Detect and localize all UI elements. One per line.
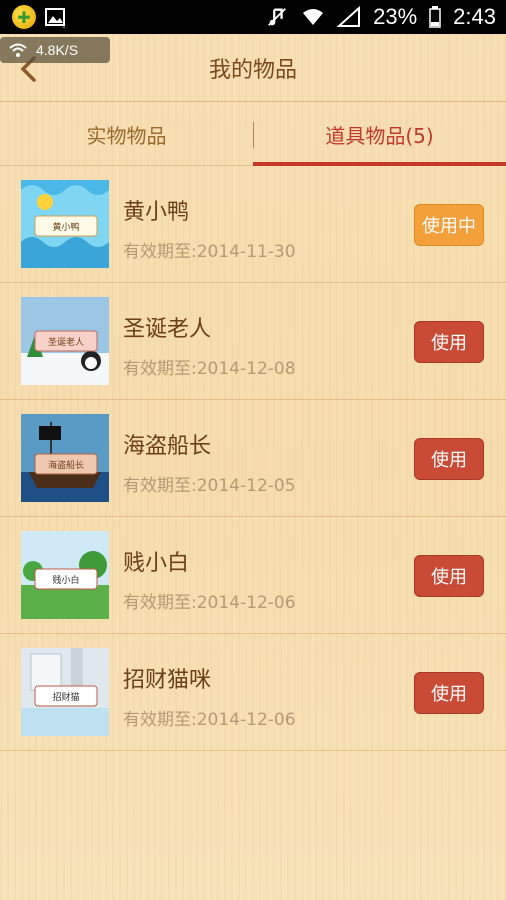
item-list: 黄小鸭 黄小鸭 有效期至:2014-11-30 使用中 圣诞老人 圣诞老人 有效…: [0, 166, 506, 751]
item-expiry: 有效期至:2014-11-30: [123, 242, 296, 262]
item-expiry: 有效期至:2014-12-06: [123, 710, 296, 730]
signal-icon: [337, 6, 361, 27]
item-thumbnail: 海盗船长: [21, 414, 109, 502]
item-name: 圣诞老人: [123, 317, 212, 342]
thumb-label: 海盗船长: [48, 459, 84, 471]
item-thumbnail: 贱小白: [21, 531, 109, 619]
item-thumbnail: 招财猫: [21, 648, 109, 736]
item-name: 黄小鸭: [123, 200, 190, 225]
thumb-label: 贱小白: [52, 574, 79, 586]
app-notification-icon: ✚: [12, 5, 36, 29]
use-button[interactable]: 使用: [414, 438, 484, 480]
list-item[interactable]: 圣诞老人 圣诞老人 有效期至:2014-12-08 使用: [0, 283, 506, 400]
battery-percent: 23%: [373, 4, 418, 29]
in-use-button[interactable]: 使用中: [414, 204, 484, 246]
net-speed-badge: 4.8K/S: [0, 37, 110, 63]
svg-text:!: !: [62, 20, 66, 28]
mute-icon: [268, 8, 287, 26]
use-button[interactable]: 使用: [414, 555, 484, 597]
status-bar: ✚ ! 23% 2:43: [0, 0, 506, 34]
tab-physical-items[interactable]: 实物物品: [0, 104, 253, 165]
use-button[interactable]: 使用: [414, 672, 484, 714]
tab-prop-items[interactable]: 道具物品(5): [253, 104, 506, 166]
item-thumbnail: 圣诞老人: [21, 297, 109, 385]
list-item[interactable]: 黄小鸭 黄小鸭 有效期至:2014-11-30 使用中: [0, 166, 506, 283]
item-thumbnail: 黄小鸭: [21, 180, 109, 268]
battery-icon: [429, 6, 441, 28]
thumb-label: 圣诞老人: [48, 336, 84, 348]
item-expiry: 有效期至:2014-12-08: [123, 359, 296, 379]
net-speed-text: 4.8K/S: [36, 42, 79, 58]
thumb-label: 黄小鸭: [52, 221, 79, 233]
wifi-icon: [303, 9, 324, 25]
item-expiry: 有效期至:2014-12-06: [123, 593, 296, 613]
thumb-label: 招财猫: [52, 691, 79, 703]
page-title: 我的物品: [208, 57, 297, 83]
list-item[interactable]: 招财猫 招财猫咪 有效期至:2014-12-06 使用: [0, 634, 506, 751]
wifi-icon: [9, 43, 27, 57]
item-name: 招财猫咪: [123, 668, 212, 693]
list-item[interactable]: 贱小白 贱小白 有效期至:2014-12-06 使用: [0, 517, 506, 634]
tab-divider: [253, 122, 254, 148]
item-name: 贱小白: [123, 551, 190, 576]
image-notification-icon: !: [45, 8, 66, 28]
use-button[interactable]: 使用: [414, 321, 484, 363]
item-name: 海盗船长: [123, 434, 212, 459]
item-expiry: 有效期至:2014-12-05: [123, 476, 296, 496]
clock: 2:43: [453, 4, 496, 29]
list-item[interactable]: 海盗船长 海盗船长 有效期至:2014-12-05 使用: [0, 400, 506, 517]
